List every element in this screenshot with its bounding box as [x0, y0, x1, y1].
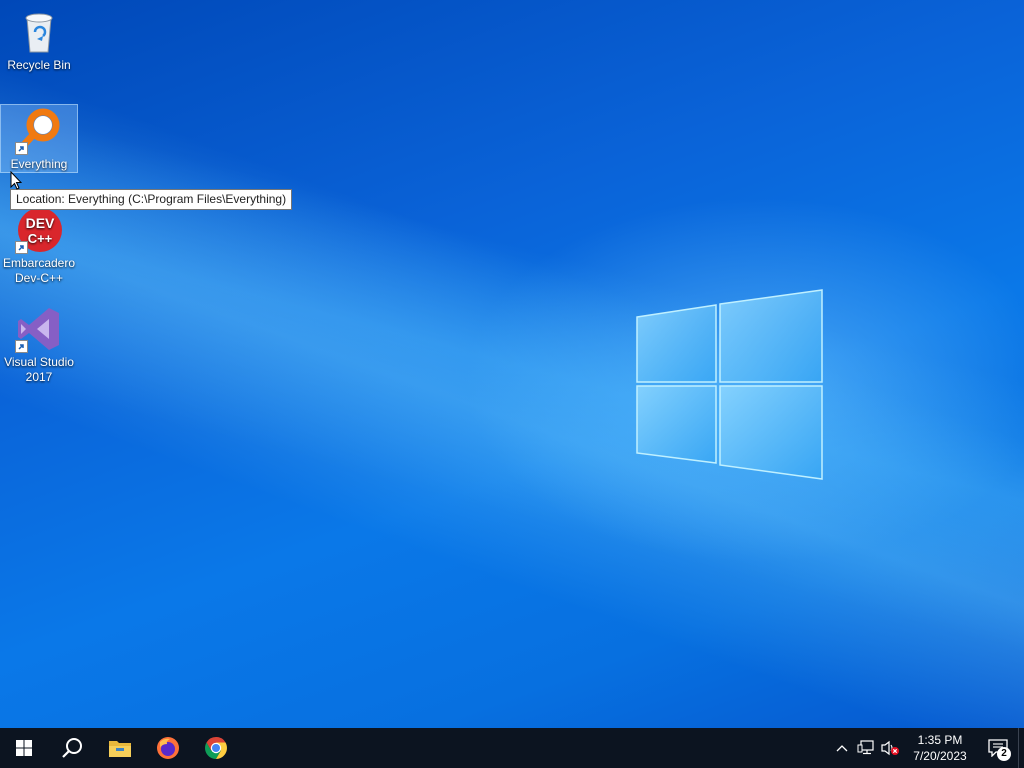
- chrome-button[interactable]: [192, 728, 240, 768]
- taskbar: 1:35 PM 7/20/2023 2: [0, 728, 1024, 768]
- desktop-icon-label: Embarcadero Dev-C++: [2, 256, 76, 285]
- devcpp-icon: DEV C++: [15, 206, 63, 254]
- action-center-button[interactable]: 2: [978, 728, 1018, 768]
- windows-logo-wallpaper: [636, 289, 823, 480]
- search-button[interactable]: [48, 728, 96, 768]
- svg-text:DEV: DEV: [26, 215, 55, 231]
- shortcut-arrow-icon: [15, 241, 28, 254]
- desktop-icon-recycle-bin[interactable]: Recycle Bin: [1, 6, 77, 73]
- search-icon: [62, 738, 82, 758]
- firefox-button[interactable]: [144, 728, 192, 768]
- visual-studio-icon: [15, 305, 63, 353]
- network-button[interactable]: [854, 728, 878, 768]
- desktop-icon-label: Everything: [10, 157, 68, 171]
- everything-icon: [15, 107, 63, 155]
- file-explorer-button[interactable]: [96, 728, 144, 768]
- desktop-wallpaper[interactable]: [0, 0, 1024, 728]
- desktop-icon-devcpp[interactable]: DEV C++ Embarcadero Dev-C++: [1, 204, 77, 286]
- volume-button[interactable]: [878, 728, 902, 768]
- desktop-icon-label: Visual Studio 2017: [4, 355, 74, 384]
- recycle-bin-icon: [15, 8, 63, 56]
- shortcut-arrow-icon: [15, 142, 28, 155]
- desktop-icon-visual-studio[interactable]: Visual Studio 2017: [1, 303, 77, 385]
- mouse-cursor-icon: [10, 171, 22, 190]
- shortcut-arrow-icon: [15, 340, 28, 353]
- chrome-icon: [205, 737, 227, 759]
- windows-start-icon: [16, 740, 32, 756]
- system-tray: 1:35 PM 7/20/2023 2: [830, 728, 1024, 768]
- clock-date: 7/20/2023: [913, 749, 967, 763]
- file-explorer-icon: [109, 741, 131, 757]
- network-icon: [857, 740, 874, 755]
- clock-time: 1:35 PM: [917, 733, 963, 747]
- wallpaper-light-beam-lower: [0, 0, 1024, 728]
- icon-tooltip: Location: Everything (C:\Program Files\E…: [10, 189, 293, 210]
- desktop-icon-label: Recycle Bin: [7, 58, 71, 72]
- firefox-icon: [157, 737, 179, 759]
- taskbar-clock[interactable]: 1:35 PM 7/20/2023: [902, 732, 978, 764]
- show-desktop-button[interactable]: [1018, 728, 1024, 768]
- desktop-icon-everything[interactable]: Everything: [0, 104, 78, 173]
- chevron-up-icon: [836, 745, 848, 752]
- show-hidden-icons-button[interactable]: [830, 728, 854, 768]
- start-button[interactable]: [0, 728, 48, 768]
- svg-text:C++: C++: [28, 231, 53, 246]
- notification-count-badge: 2: [997, 747, 1011, 761]
- volume-muted-icon: [881, 740, 899, 756]
